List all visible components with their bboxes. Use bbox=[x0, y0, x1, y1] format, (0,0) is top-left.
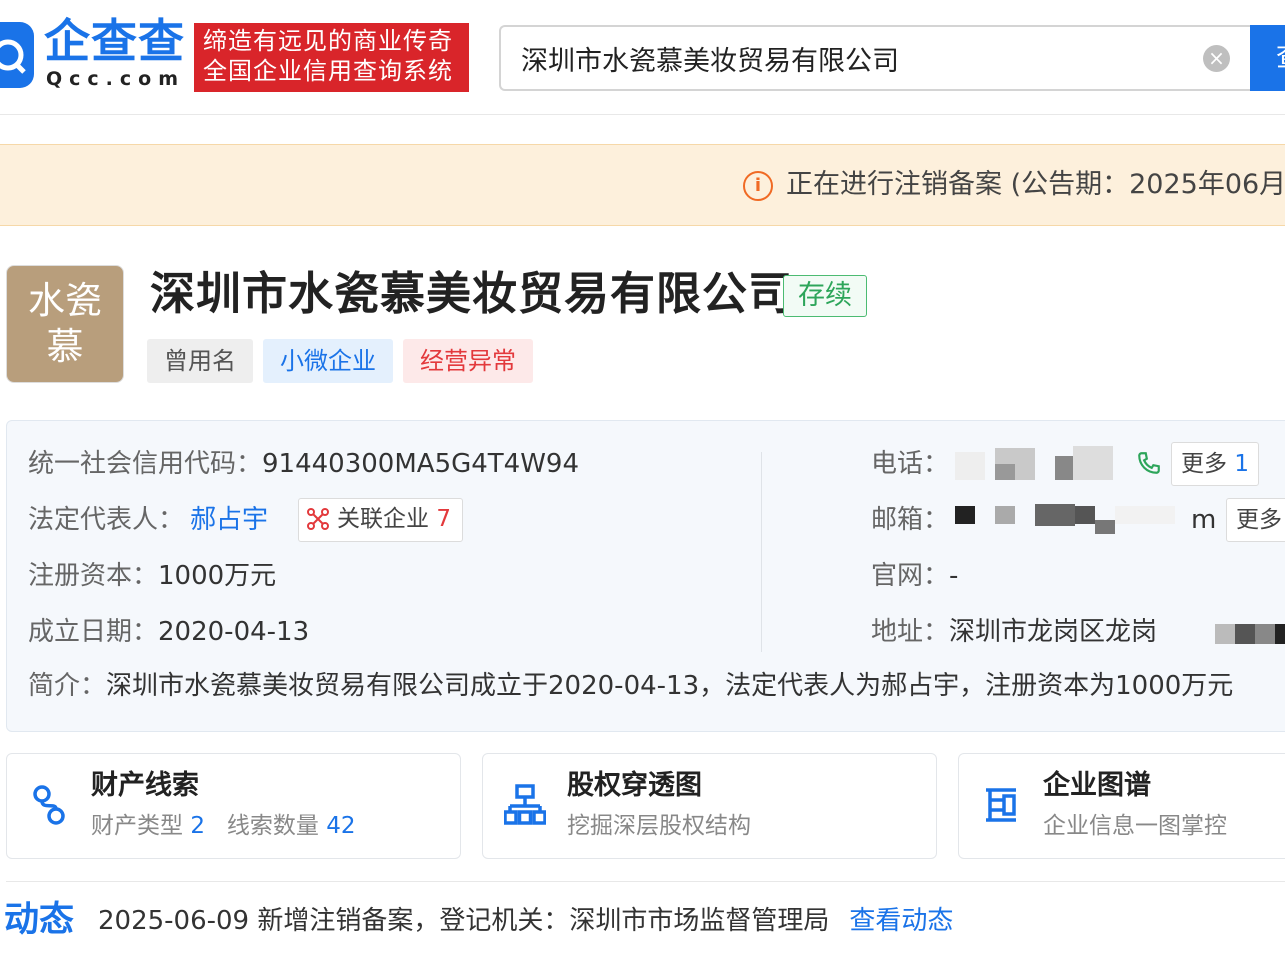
company-avatar: 水瓷 慕 bbox=[6, 265, 124, 383]
card-sub-equity-penetration: 挖掘深层股权结构 bbox=[567, 813, 751, 839]
property-type-count: 2 bbox=[190, 813, 205, 839]
website-label: 官网： bbox=[871, 561, 950, 591]
slogan-banner: 缔造有远见的商业传奇 全国企业信用查询系统 bbox=[194, 23, 469, 92]
info-icon: i bbox=[743, 171, 773, 201]
phone-call-icon[interactable] bbox=[1136, 450, 1162, 483]
related-count: 7 bbox=[436, 506, 451, 532]
email-more-button[interactable]: 更多 bbox=[1226, 498, 1285, 542]
dynamic-row: 2025-06-09 新增注销备案，登记机关：深圳市市场监督管理局 查看动态 bbox=[98, 904, 953, 938]
email-mosaic bbox=[955, 502, 1185, 538]
card-sub-property-clues: 财产类型 2 线索数量 42 bbox=[91, 811, 355, 841]
view-dynamic-link[interactable]: 查看动态 bbox=[849, 906, 953, 936]
card-title-equity-penetration: 股权穿透图 bbox=[567, 770, 702, 801]
credit-code-label: 统一社会信用代码： bbox=[28, 449, 263, 479]
capital-value: 1000万元 bbox=[158, 561, 277, 591]
phone-mosaic bbox=[955, 446, 1125, 482]
intro-row: 简介：深圳市水瓷慕美妆贸易有限公司成立于2020-04-13，法定代表人为郝占宇… bbox=[28, 669, 1233, 703]
phone-more-label: 更多 bbox=[1181, 451, 1227, 477]
equity-penetration-card[interactable] bbox=[482, 753, 937, 859]
link-chain-icon bbox=[30, 784, 68, 837]
slogan-line-1: 缔造有远见的商业传奇 bbox=[203, 27, 453, 55]
legal-rep-label: 法定代表人： bbox=[28, 505, 185, 535]
phone-row: 电话： bbox=[871, 447, 949, 481]
card-sub-enterprise-graph: 企业信息一图掌控 bbox=[1043, 813, 1227, 839]
founded-label: 成立日期： bbox=[28, 617, 159, 647]
email-suffix: m bbox=[1191, 505, 1217, 535]
network-icon bbox=[306, 507, 330, 538]
phone-more-button[interactable]: 更多 1 bbox=[1171, 442, 1259, 486]
avatar-text-line-2: 慕 bbox=[46, 325, 84, 368]
property-type-label: 财产类型 bbox=[91, 813, 183, 839]
related-label: 关联企业 bbox=[337, 506, 429, 532]
website-row: 官网：- bbox=[871, 559, 958, 593]
address-row: 地址：深圳市龙岗区龙岗 bbox=[871, 615, 1157, 649]
clear-search-icon[interactable]: × bbox=[1203, 45, 1230, 72]
card-title-property-clues: 财产线索 bbox=[91, 770, 199, 801]
section-divider bbox=[6, 881, 1285, 882]
search-button[interactable]: 查 bbox=[1250, 25, 1285, 91]
address-value[interactable]: 深圳市龙岗区龙岗 bbox=[949, 617, 1157, 647]
credit-code-value[interactable]: 91440300MA5G4T4W94 bbox=[262, 449, 579, 479]
status-badge: 存续 bbox=[783, 275, 867, 317]
credit-code-row: 统一社会信用代码：91440300MA5G4T4W94 bbox=[28, 447, 579, 481]
phone-label: 电话： bbox=[871, 449, 950, 479]
slogan-line-2: 全国企业信用查询系统 bbox=[203, 57, 453, 85]
logo-domain: Qcc.com bbox=[46, 68, 186, 90]
company-name: 深圳市水瓷慕美妆贸易有限公司 bbox=[150, 267, 795, 320]
notice-text[interactable]: 正在进行注销备案 (公告期：2025年06月 bbox=[786, 168, 1285, 202]
related-companies-label[interactable]: 关联企业 7 bbox=[337, 504, 451, 534]
clue-count: 42 bbox=[326, 813, 356, 839]
capital-label: 注册资本： bbox=[28, 561, 159, 591]
capital-row: 注册资本：1000万元 bbox=[28, 559, 276, 593]
property-clues-card[interactable] bbox=[6, 753, 461, 859]
avatar-text-line-1: 水瓷 bbox=[28, 279, 102, 322]
address-label: 地址： bbox=[871, 617, 950, 647]
intro-text: 深圳市水瓷慕美妆贸易有限公司成立于2020-04-13，法定代表人为郝占宇，注册… bbox=[106, 671, 1234, 701]
card-title-enterprise-graph: 企业图谱 bbox=[1043, 770, 1151, 801]
email-row: 邮箱： bbox=[871, 503, 949, 537]
org-structure-icon bbox=[503, 784, 547, 835]
search-input[interactable] bbox=[521, 40, 1181, 76]
tag-former-name[interactable]: 曾用名 bbox=[147, 339, 253, 383]
qcc-logo-icon[interactable] bbox=[0, 22, 34, 88]
email-label: 邮箱： bbox=[871, 505, 950, 535]
website-value: - bbox=[949, 561, 959, 591]
legal-rep-row: 法定代表人： 郝占宇 bbox=[28, 503, 268, 537]
logo-text[interactable]: 企查查 bbox=[44, 16, 185, 66]
address-mosaic bbox=[1215, 624, 1285, 644]
founded-row: 成立日期：2020-04-13 bbox=[28, 615, 309, 649]
founded-value: 2020-04-13 bbox=[158, 617, 310, 647]
tag-abnormal-operation[interactable]: 经营异常 bbox=[403, 339, 533, 383]
graph-icon bbox=[982, 786, 1020, 833]
phone-more-count: 1 bbox=[1234, 451, 1249, 477]
dynamic-title: 动态 bbox=[4, 900, 75, 940]
intro-label: 简介： bbox=[28, 671, 107, 701]
dynamic-text: 2025-06-09 新增注销备案，登记机关：深圳市市场监督管理局 bbox=[98, 906, 830, 936]
clue-count-label: 线索数量 bbox=[226, 813, 319, 839]
tag-small-business[interactable]: 小微企业 bbox=[263, 339, 393, 383]
info-divider bbox=[761, 452, 762, 652]
legal-rep-link[interactable]: 郝占宇 bbox=[190, 505, 268, 535]
